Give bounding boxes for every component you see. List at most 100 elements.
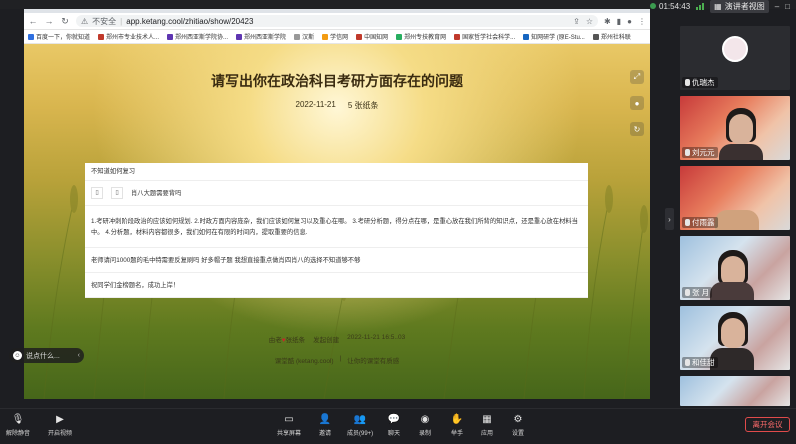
participant-tile[interactable]: 付雨露 [680,166,790,230]
note-text: 1.考研冲刺阶段政治的应该如何规划. 2.时政方面内容庞杂，我们应该如何复习以及… [91,217,578,236]
bookmark-item[interactable]: 知网研学 (原E-Stu... [523,32,585,41]
participant-name: 和佳甜 [682,357,718,368]
share-icon[interactable]: ⇪ [573,17,580,26]
recording-dot-icon [650,3,656,9]
forward-icon[interactable]: → [44,16,54,26]
reload-icon[interactable]: ↻ [60,16,70,27]
note-card: 老师请问1000题的毛中特需要反复刷吗 好多帽子题 我想直接重点做肖四肖八的选择… [85,248,588,273]
bookmarks-bar: 百度一下，你就知道 郑州市专业技术人... 郑州西亚斯学院协... 郑州西亚斯学院 汉斯… [24,30,650,44]
video-button[interactable]: ▶ 开启视频 [48,413,72,437]
leave-label: 离开会议 [752,420,783,429]
footer-brand-link[interactable]: 课堂酷 (ketang.cool) [275,355,334,365]
record-label: 录制 [418,431,431,437]
favicon-icon [167,33,174,40]
bookmark-item[interactable]: 郑州社科联 [592,32,631,41]
participant-tile[interactable]: 张 月 [680,236,790,300]
leave-meeting-button[interactable]: 离开会议 [745,417,790,432]
note-text: 老师请问1000题的毛中特需要反复刷吗 好多帽子题 我想直接重点做肖四肖八的选择… [91,256,361,264]
insecure-label: 不安全 [92,16,117,26]
mic-icon [685,289,690,296]
participant-tile[interactable]: 仇瑞杰 [680,26,790,90]
footer-author: 张纸条 [285,337,306,344]
meeting-clock: 01:54:43 [650,2,690,11]
minimize-icon[interactable]: – [775,2,779,11]
bookmark-item[interactable]: 郑州西亚斯学院协... [167,32,228,41]
bookmark-item[interactable]: 国家哲学社会科学... [454,32,515,41]
bookmark-label: 百度一下，你就知道 [36,35,91,41]
chat-input-bubble[interactable]: ☺ 说点什么... ‹ [9,348,84,363]
sidebar-icon[interactable]: ▮ [617,17,621,26]
members-button[interactable]: 👥 成员(99+) [347,413,373,437]
share-screen-icon: ▭ [284,414,294,425]
refresh-icon[interactable]: ↻ [630,122,644,136]
members-icon: 👥 [353,414,367,425]
bookmark-item[interactable]: 汉斯 [294,32,314,41]
meeting-toolbar: 🎙 解除静音 ▶ 开启视频 ▭ 共享屏幕 👤 邀请 👥 成员(99+) 💬 聊天 ◉ 录制 ✋… [0,408,796,444]
settings-button[interactable]: ⚙ 设置 [511,413,525,437]
apps-button[interactable]: ▦ 应用 [480,413,494,437]
invite-button[interactable]: 👤 邀请 [318,413,332,437]
shared-browser: ← → ↻ ⚠ 不安全 | app.ketang.cool/zhitiao/sh… [24,9,650,399]
bookmark-item[interactable]: 学信网 [322,32,348,41]
collapse-panel-button[interactable]: › [665,208,674,230]
back-icon[interactable]: ← [28,16,38,26]
participant-name-text: 仇瑞杰 [692,78,715,87]
footer-creator: 由老♥张纸条 [269,334,305,344]
extension-icon[interactable]: ✱ [604,17,611,26]
participant-name-text: 和佳甜 [692,358,715,367]
view-mode-button[interactable]: ▦ 演讲者视图 [710,0,769,13]
invite-icon: 👤 [318,414,332,425]
meeting-window: 01:54:43 ▦ 演讲者视图 – □ ← → ↻ ⚠ 不安全 | app.k… [0,0,796,444]
warning-icon: ⚠ [81,16,89,26]
camera-feed-figure [719,144,763,160]
image-thumb-icon[interactable]: ▯ [111,187,123,199]
maximize-icon[interactable]: □ [785,2,790,11]
chat-label: 聊天 [387,431,400,437]
chat-icon: ☺ [13,351,22,360]
record-icon: ◉ [420,414,430,425]
profile-icon[interactable]: ● [627,17,632,26]
theme-drop-icon[interactable]: ● [630,96,644,110]
bookmark-item[interactable]: 郑州西亚斯学院 [236,32,286,41]
participant-tile[interactable]: 和佳甜 [680,306,790,370]
camera-feed [680,376,790,406]
bookmark-item[interactable]: 郑州市专业技术人... [98,32,159,41]
share-screen-button[interactable]: ▭ 共享屏幕 [277,413,301,437]
mute-button[interactable]: 🎙 解除静音 [6,413,30,437]
share-label: 共享屏幕 [277,431,302,437]
note-count: 5 张纸条 [347,101,379,110]
participant-tile[interactable] [680,376,790,406]
participant-name-text: 付雨露 [692,218,715,227]
favicon-icon [523,33,530,40]
camera-feed-figure [715,210,759,230]
bookmark-item[interactable]: 中国知网 [356,32,388,41]
image-thumb-icon[interactable]: ▯ [91,187,103,199]
note-card: 不知道如何复习 [85,163,588,181]
raise-hand-button[interactable]: ✋ 举手 [450,413,464,437]
settings-label: 设置 [511,431,524,437]
record-button[interactable]: ◉ 录制 [418,413,432,437]
participant-name-text: 张 月 [692,288,710,297]
participant-name: 刘元元 [682,147,718,158]
bookmark-star-icon[interactable]: ☆ [586,17,593,26]
favicon-icon [322,33,329,40]
bookmark-item[interactable]: 百度一下，你就知道 [28,32,90,41]
bookmark-label: 知网研学 (原E-Stu... [531,35,585,41]
bookmark-label: 学信网 [330,35,349,41]
members-label: 成员(99+) [347,431,374,437]
address-bar[interactable]: ⚠ 不安全 | app.ketang.cool/zhitiao/show/204… [76,15,599,27]
chevron-left-icon[interactable]: ‹ [78,352,80,359]
bookmark-label: 郑州西亚斯学院协... [175,35,229,41]
page-footer-brand: 课堂酷 (ketang.cool) | 让你的课堂有质感 [24,355,650,365]
hand-icon: ✋ [450,414,464,425]
participant-tile[interactable]: 刘元元 [680,96,790,160]
camera-feed-figure [710,282,754,300]
bookmark-item[interactable]: 郑州专技教育网 [396,32,446,41]
fullscreen-icon[interactable]: ⤢ [630,70,644,84]
participant-name: 仇瑞杰 [682,77,718,88]
more-icon[interactable]: ⋮ [638,17,646,26]
chat-button[interactable]: 💬 聊天 [387,413,401,437]
chat-bubble-icon: 💬 [387,414,401,425]
note-card: 1.考研冲刺阶段政治的应该如何规划. 2.时政方面内容庞杂，我们应该如何复习以及… [85,206,588,248]
mic-icon [685,359,690,366]
